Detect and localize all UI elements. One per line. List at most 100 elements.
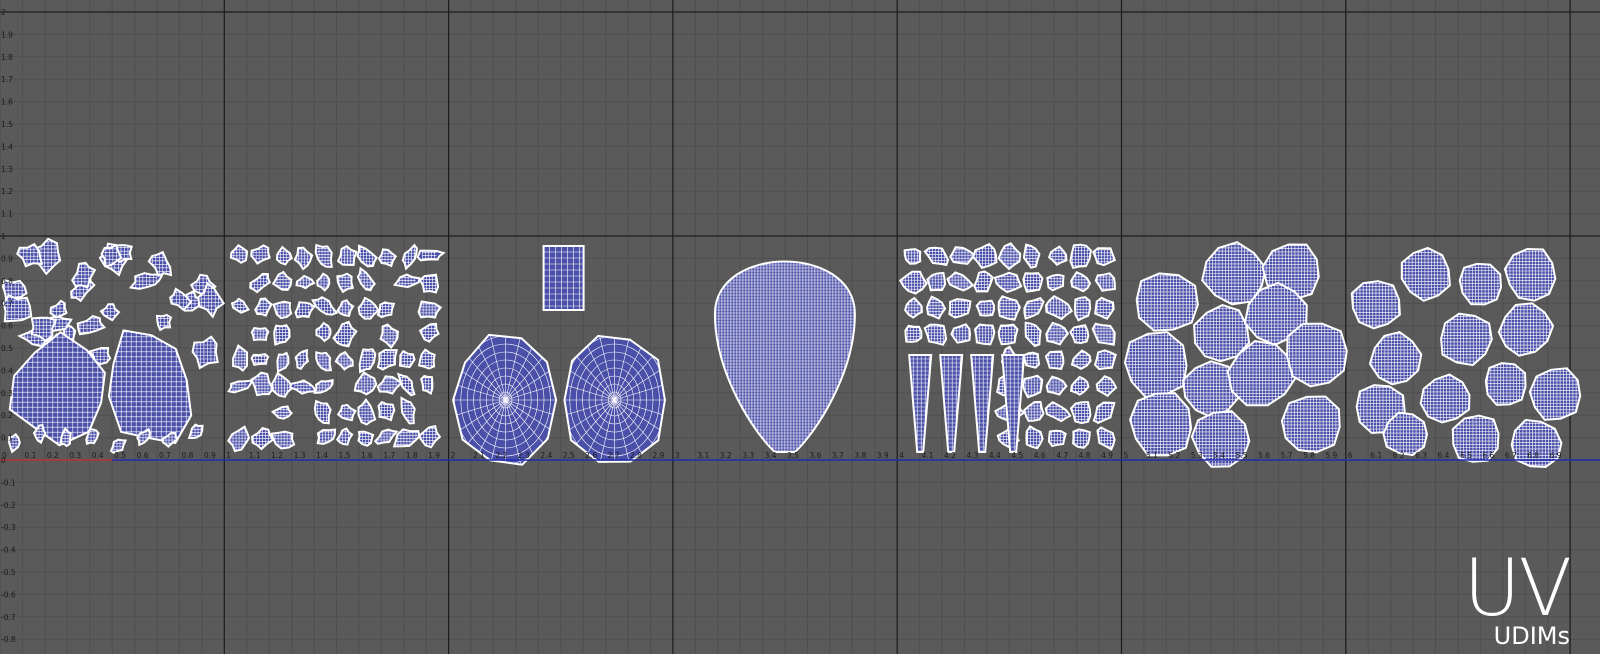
uv-shell[interactable]: [994, 291, 1023, 324]
uv-shell[interactable]: [315, 272, 333, 292]
uv-shell[interactable]: [1092, 395, 1116, 430]
uv-shell[interactable]: [272, 297, 294, 321]
uv-shell[interactable]: [1021, 240, 1042, 271]
uv-shell[interactable]: [334, 349, 354, 373]
uv-shell[interactable]: [294, 347, 310, 372]
uv-shell[interactable]: [1489, 294, 1563, 364]
uv-shell[interactable]: [275, 245, 294, 267]
uv-shell[interactable]: [270, 320, 291, 348]
uv-shell[interactable]: [353, 369, 378, 399]
uv-shell[interactable]: [1428, 304, 1503, 375]
uv-shell[interactable]: [336, 298, 355, 319]
uv-shell[interactable]: [1019, 268, 1047, 295]
uv-shell[interactable]: [335, 426, 354, 448]
uv-shell[interactable]: [250, 424, 275, 453]
uv-shell[interactable]: [316, 423, 337, 450]
uv-shell[interactable]: [908, 354, 933, 455]
uv-shell[interactable]: [418, 319, 440, 345]
uv-shell[interactable]: [713, 244, 857, 454]
uv-shell[interactable]: [313, 240, 335, 273]
uv-shell[interactable]: [376, 247, 398, 268]
uv-shell[interactable]: [1022, 317, 1043, 350]
uv-shell[interactable]: [336, 403, 358, 423]
uv-shell[interactable]: [250, 241, 271, 268]
uv-shell[interactable]: [294, 297, 316, 322]
uv-shell[interactable]: [1044, 373, 1068, 399]
uv-shell[interactable]: [292, 244, 314, 271]
uv-shell[interactable]: [971, 240, 1001, 272]
uv-shell[interactable]: [1094, 268, 1118, 296]
uv-shell[interactable]: [1047, 244, 1070, 267]
uv-shell[interactable]: [542, 245, 585, 311]
uv-shell[interactable]: [1091, 316, 1117, 352]
uv-shell[interactable]: [898, 265, 928, 299]
uv-shell[interactable]: [1359, 324, 1432, 393]
uv-shell[interactable]: [1494, 239, 1568, 309]
uv-shell[interactable]: [311, 290, 339, 323]
uv-shell[interactable]: [187, 420, 204, 442]
uv-shell[interactable]: [1180, 400, 1262, 478]
uv-shell[interactable]: [295, 271, 316, 293]
uv-shell[interactable]: [271, 270, 294, 293]
uv-shell[interactable]: [947, 292, 973, 323]
uv-shell[interactable]: [416, 237, 446, 273]
uv-shell[interactable]: [91, 307, 209, 469]
uv-shell[interactable]: [1044, 395, 1072, 430]
uv-shell[interactable]: [250, 347, 270, 371]
uv-shell[interactable]: [970, 354, 995, 455]
uv-shell[interactable]: [1071, 292, 1093, 325]
uv-shell[interactable]: [227, 370, 255, 403]
uv-shell[interactable]: [1023, 292, 1045, 325]
uv-shell[interactable]: [356, 264, 376, 296]
uv-shell[interactable]: [1045, 270, 1066, 295]
uv-shell[interactable]: [1042, 320, 1071, 348]
uv-shell[interactable]: [939, 354, 964, 455]
uv-shell[interactable]: [1070, 347, 1092, 374]
uv-shell[interactable]: [946, 265, 975, 299]
uv-editor-viewport[interactable]: 2 1.9 1.8 1.7 1.6 1.5 1.4 1.3 1.2 1.1 1 0.9 0.8 0.7 0.…: [0, 0, 1600, 654]
uv-shell[interactable]: [288, 371, 318, 404]
uv-shell[interactable]: [249, 267, 272, 299]
uv-shell[interactable]: [399, 393, 416, 428]
uv-shell[interactable]: [972, 266, 994, 297]
uv-shell[interactable]: [993, 264, 1023, 299]
uv-shell[interactable]: [416, 347, 438, 372]
uv-shell[interactable]: [186, 334, 224, 370]
uv-shell[interactable]: [270, 401, 293, 425]
uv-shell[interactable]: [996, 240, 1024, 272]
uv-shell[interactable]: [993, 321, 1022, 347]
uv-shell[interactable]: [903, 296, 925, 320]
uv-shell[interactable]: [417, 295, 443, 325]
uv-shell[interactable]: [1067, 271, 1093, 293]
uv-grid-canvas[interactable]: 21.91.81.71.61.51.41.31.21.110.90.80.70.…: [0, 0, 1600, 654]
uv-shell[interactable]: [99, 301, 121, 322]
uv-shell[interactable]: [923, 318, 950, 350]
uv-shell[interactable]: [375, 398, 397, 423]
uv-shell[interactable]: [1390, 240, 1462, 309]
uv-shell[interactable]: [923, 270, 950, 294]
uv-shell[interactable]: [16, 239, 44, 272]
uv-shell[interactable]: [1044, 290, 1074, 326]
uv-shell[interactable]: [230, 295, 251, 317]
uv-shell[interactable]: [975, 295, 996, 320]
uv-shell[interactable]: [250, 368, 275, 401]
uv-shell[interactable]: [1067, 238, 1094, 273]
uv-shell[interactable]: [73, 314, 108, 336]
uv-shell[interactable]: [401, 241, 418, 272]
uv-shell[interactable]: [923, 239, 950, 272]
uv-shell[interactable]: [396, 368, 416, 400]
uv-shell[interactable]: [1043, 347, 1068, 373]
uv-shell[interactable]: [395, 349, 417, 370]
uv-shell[interactable]: [1094, 374, 1119, 399]
uv-shell[interactable]: [949, 240, 976, 272]
uv-shells[interactable]: [0, 232, 1593, 480]
uv-shell[interactable]: [314, 321, 335, 343]
uv-shell[interactable]: [417, 422, 442, 451]
uv-shell[interactable]: [1090, 244, 1119, 268]
uv-shell[interactable]: [376, 298, 396, 322]
uv-shell[interactable]: [314, 347, 333, 375]
uv-shell[interactable]: [1066, 398, 1096, 425]
uv-shell[interactable]: [228, 243, 252, 265]
uv-shell[interactable]: [1069, 373, 1090, 398]
uv-shell[interactable]: [311, 397, 333, 428]
